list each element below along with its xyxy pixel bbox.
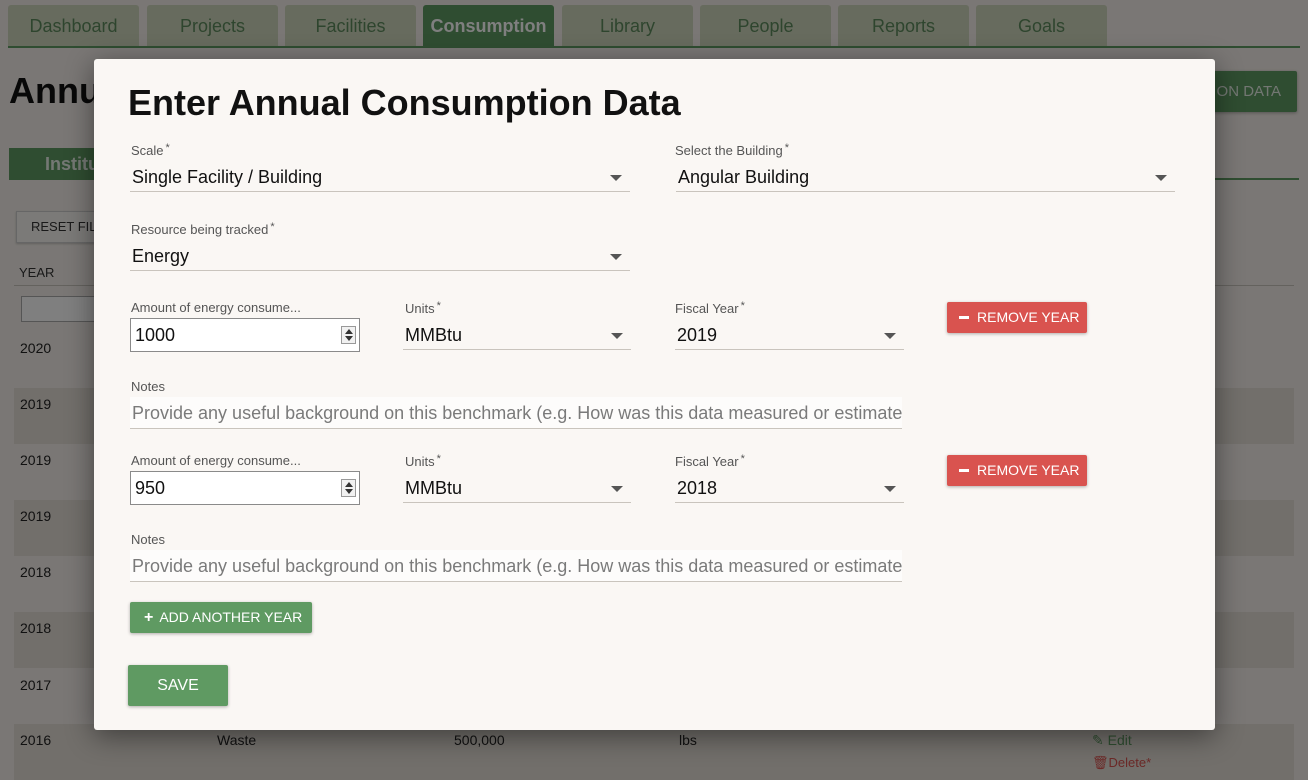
notes-label: Notes <box>131 379 165 394</box>
chevron-down-icon <box>610 175 622 181</box>
building-label-text: Select the Building <box>675 143 783 158</box>
units-label-text: Units <box>405 454 435 469</box>
scale-label-text: Scale <box>131 143 164 158</box>
save-button[interactable]: SAVE <box>128 665 228 706</box>
fiscal-year-label: Fiscal Year * <box>675 453 745 469</box>
required-mark: * <box>740 300 745 312</box>
fiscal-year-value: 2019 <box>677 325 718 345</box>
required-mark: * <box>165 142 170 154</box>
spinner-up-icon[interactable] <box>345 482 353 487</box>
building-label: Select the Building * <box>675 142 789 158</box>
chevron-down-icon <box>610 254 622 260</box>
notes-input[interactable]: Provide any useful background on this be… <box>130 397 902 429</box>
amount-input[interactable]: 950 <box>130 471 360 505</box>
amount-label: Amount of energy consume... <box>131 300 301 315</box>
units-value: MMBtu <box>405 325 463 345</box>
resource-label-text: Resource being tracked <box>131 222 269 237</box>
units-label: Units * <box>405 453 441 469</box>
consumption-data-modal: Enter Annual Consumption Data Scale * Sin… <box>94 59 1215 730</box>
plus-icon: + <box>144 609 154 626</box>
fiscal-year-label-text: Fiscal Year <box>675 454 739 469</box>
spinner-up-icon[interactable] <box>345 329 353 334</box>
required-mark: * <box>436 453 441 465</box>
scale-value: Single Facility / Building <box>132 167 323 187</box>
chevron-down-icon <box>884 333 896 339</box>
add-year-label: ADD ANOTHER YEAR <box>159 609 303 625</box>
notes-input[interactable]: Provide any useful background on this be… <box>130 550 902 582</box>
scale-select[interactable]: Single Facility / Building <box>130 162 630 192</box>
amount-label: Amount of energy consume... <box>131 453 301 468</box>
spinner-down-icon[interactable] <box>345 489 353 494</box>
amount-input[interactable]: 1000 <box>130 318 360 352</box>
required-mark: * <box>270 221 275 233</box>
amount-value: 1000 <box>135 325 176 345</box>
amount-value: 950 <box>135 478 166 498</box>
building-value: Angular Building <box>678 167 810 187</box>
amount-spinner[interactable] <box>341 326 356 344</box>
notes-label: Notes <box>131 532 165 547</box>
chevron-down-icon <box>611 333 623 339</box>
units-label-text: Units <box>405 301 435 316</box>
remove-year-label: REMOVE YEAR <box>977 462 1080 478</box>
fiscal-year-select[interactable]: 2018 <box>675 473 904 503</box>
building-select[interactable]: Angular Building <box>676 162 1175 192</box>
resource-select[interactable]: Energy <box>130 241 630 271</box>
fiscal-year-label: Fiscal Year * <box>675 300 745 316</box>
add-another-year-button[interactable]: + ADD ANOTHER YEAR <box>130 602 312 633</box>
scale-label: Scale * <box>131 142 170 158</box>
fiscal-year-select[interactable]: 2019 <box>675 320 904 350</box>
amount-spinner[interactable] <box>341 479 356 497</box>
spinner-down-icon[interactable] <box>345 336 353 341</box>
minus-icon <box>959 468 969 472</box>
resource-label: Resource being tracked * <box>131 221 275 237</box>
modal-title: Enter Annual Consumption Data <box>128 82 681 123</box>
required-mark: * <box>740 453 745 465</box>
remove-year-button[interactable]: REMOVE YEAR <box>947 455 1087 486</box>
required-mark: * <box>784 142 789 154</box>
resource-value: Energy <box>132 246 190 266</box>
units-select[interactable]: MMBtu <box>403 473 631 503</box>
chevron-down-icon <box>1155 175 1167 181</box>
required-mark: * <box>436 300 441 312</box>
remove-year-button[interactable]: REMOVE YEAR <box>947 302 1087 333</box>
remove-year-label: REMOVE YEAR <box>977 309 1080 325</box>
chevron-down-icon <box>611 486 623 492</box>
units-select[interactable]: MMBtu <box>403 320 631 350</box>
units-value: MMBtu <box>405 478 463 498</box>
fiscal-year-label-text: Fiscal Year <box>675 301 739 316</box>
minus-icon <box>959 315 969 319</box>
fiscal-year-value: 2018 <box>677 478 718 498</box>
chevron-down-icon <box>884 486 896 492</box>
units-label: Units * <box>405 300 441 316</box>
